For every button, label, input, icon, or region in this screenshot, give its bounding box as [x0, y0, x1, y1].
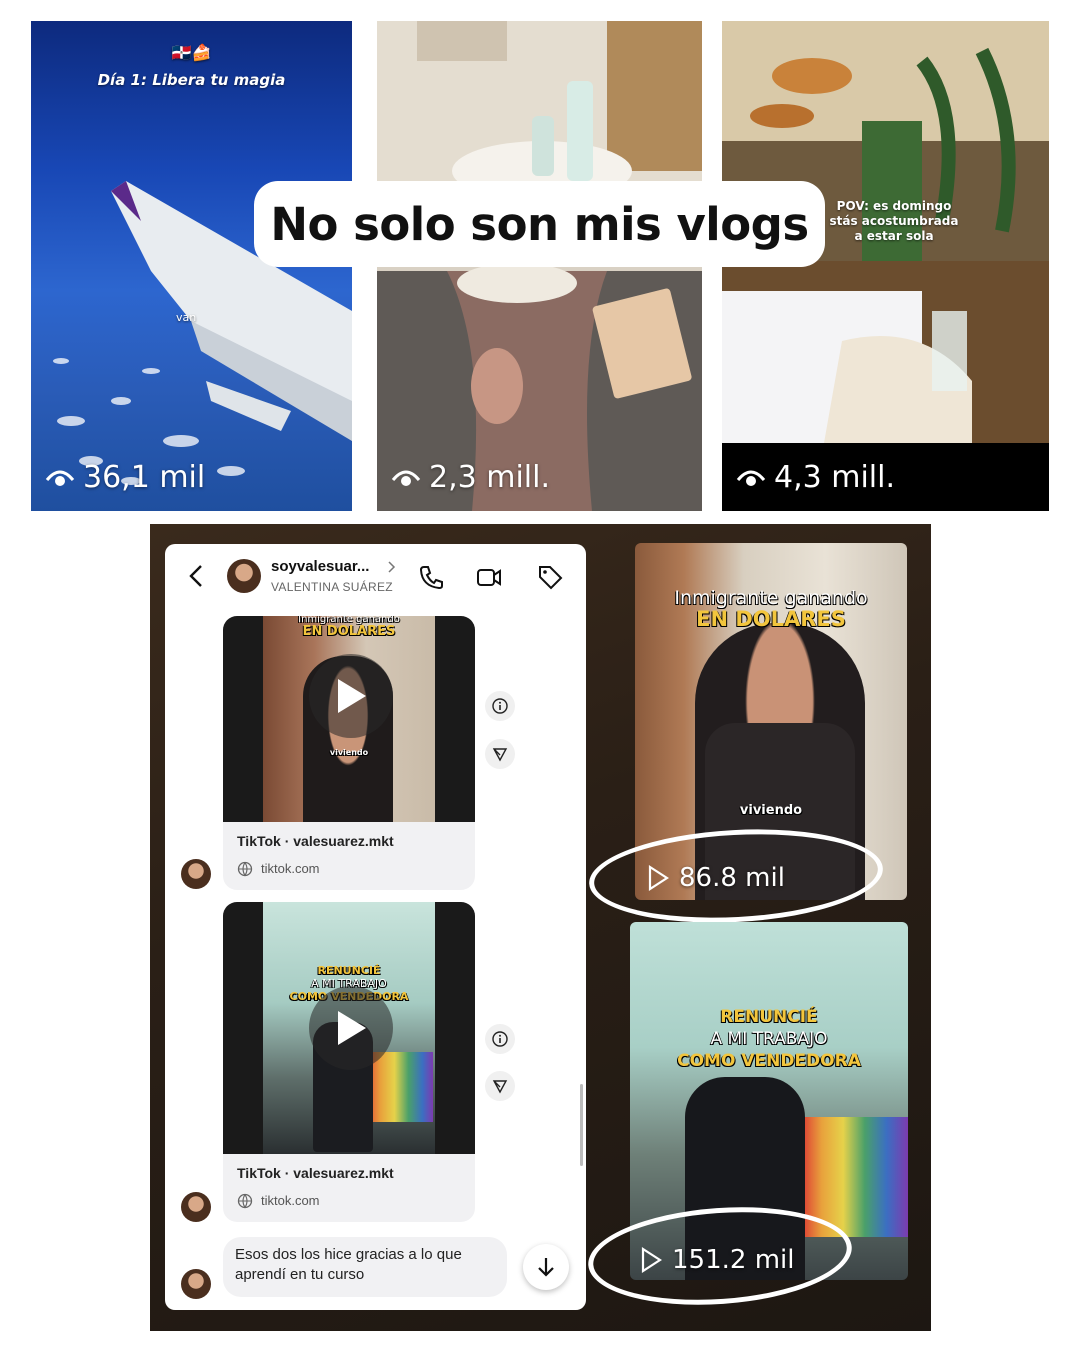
link-title: TikTok · valesuarez.mkt [237, 1165, 394, 1181]
sender-avatar [181, 1269, 211, 1299]
shared-tiktok-card[interactable]: Inmigrante ganando EN DOLARES viviendo T… [223, 616, 475, 890]
share-icon [492, 1080, 508, 1094]
video-caption-top: Inmigrante ganando [674, 587, 868, 609]
message-bubble: Esos dos los hice gracias a lo que apren… [223, 1237, 507, 1297]
share-button[interactable] [485, 739, 515, 769]
phone-icon[interactable] [418, 564, 444, 590]
play-button[interactable] [309, 654, 393, 738]
scroll-to-bottom-button[interactable] [523, 1244, 569, 1290]
instagram-dm-screen: soyvalesuar... VALENTINA SUÁREZ Inmigran… [165, 544, 586, 1310]
play-button[interactable] [309, 986, 393, 1070]
globe-icon [237, 1193, 253, 1209]
view-count: 36,1 mil [45, 460, 205, 495]
tag-icon[interactable] [537, 564, 563, 590]
link-domain: tiktok.com [261, 861, 320, 876]
info-button[interactable] [485, 1024, 515, 1054]
eye-icon [736, 470, 766, 486]
caption-line: RENUNCIÉ [317, 964, 381, 977]
video-caption: RENUNCIÉ A MI TRABAJO COMO VENDEDORA [630, 1006, 908, 1072]
back-chevron-icon[interactable] [187, 564, 207, 588]
video-word: viviendo [739, 803, 803, 818]
arrow-down-icon [538, 1258, 554, 1277]
link-title: TikTok · valesuarez.mkt [237, 833, 394, 849]
caption-line: A MI TRABAJO [710, 1029, 828, 1049]
link-domain: tiktok.com [261, 1193, 320, 1208]
info-icon [492, 698, 508, 714]
chevron-right-icon [388, 561, 396, 573]
scrollbar[interactable] [580, 1084, 583, 1166]
sender-avatar [181, 859, 211, 889]
share-button[interactable] [485, 1071, 515, 1101]
share-icon [492, 748, 508, 762]
caption-line: RENUNCIÉ [720, 1007, 818, 1027]
wing-text: van [176, 311, 197, 324]
chat-username[interactable]: soyvalesuar... [271, 558, 369, 575]
video-word: viviendo [329, 748, 369, 757]
overlay-line: a estar sola [854, 229, 934, 243]
video-caption-main: EN DOLARES [696, 607, 846, 631]
view-count-value: 4,3 mill. [774, 460, 896, 495]
headline-text: No solo son mis vlogs [270, 197, 809, 251]
eye-icon [45, 470, 75, 486]
info-button[interactable] [485, 691, 515, 721]
chat-display-name: VALENTINA SUÁREZ [271, 580, 393, 594]
video-preview[interactable]: Inmigrante ganando EN DOLARES viviendo [223, 616, 475, 822]
video-overlay-title: Día 1: Libera tu magia [97, 71, 286, 89]
video-preview[interactable]: RENUNCIÉ A MI TRABAJO COMO VENDEDORA [223, 902, 475, 1154]
view-count: 2,3 mill. [391, 460, 550, 495]
avatar[interactable] [227, 559, 261, 593]
video-caption-main: EN DOLARES [302, 624, 396, 639]
globe-icon [237, 861, 253, 877]
overlay-line: POV: es domingo [836, 199, 952, 213]
caption-line: COMO VENDEDORA [677, 1051, 861, 1071]
eye-icon [391, 470, 421, 486]
view-count-value: 2,3 mill. [429, 460, 551, 495]
shared-tiktok-card[interactable]: RENUNCIÉ A MI TRABAJO COMO VENDEDORA Tik… [223, 902, 475, 1222]
headline-banner: No solo son mis vlogs [254, 181, 825, 267]
play-icon [338, 1011, 366, 1045]
chat-header: soyvalesuar... VALENTINA SUÁREZ [165, 544, 586, 610]
play-icon [338, 679, 366, 713]
flag-emoji-row: 🇩🇴🍰 [171, 43, 212, 62]
video-overlay-text: POV: es domingo stás acostumbrada a esta… [824, 199, 964, 244]
info-icon [492, 1031, 508, 1047]
view-count-value: 36,1 mil [83, 460, 206, 495]
sender-avatar [181, 1192, 211, 1222]
overlay-line: stás acostumbrada [829, 214, 959, 228]
view-count: 4,3 mill. [736, 460, 895, 495]
video-call-icon[interactable] [476, 564, 502, 590]
